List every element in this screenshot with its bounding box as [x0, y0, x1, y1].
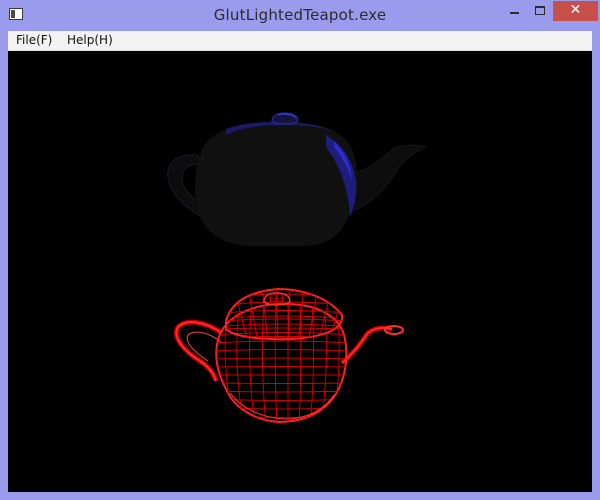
menu-item-file[interactable]: File(F): [15, 33, 53, 47]
wireframe-teapot: [174, 287, 404, 424]
close-button[interactable]: ✕: [553, 1, 598, 21]
title-bar[interactable]: GlutLightedTeapot.exe ✕: [0, 0, 600, 31]
solid-teapot: [167, 112, 428, 246]
maximize-button[interactable]: [527, 1, 553, 21]
render-canvas: [167, 112, 428, 424]
menu-bar: File(F) Help(H): [8, 31, 592, 51]
app-window: GlutLightedTeapot.exe ✕ File(F) Help(H): [0, 0, 600, 500]
maximize-icon: [535, 6, 545, 15]
menu-item-help[interactable]: Help(H): [66, 33, 114, 47]
close-icon: ✕: [569, 2, 582, 18]
minimize-icon: [510, 12, 519, 14]
minimize-button[interactable]: [501, 1, 527, 21]
opengl-viewport[interactable]: [8, 51, 592, 492]
